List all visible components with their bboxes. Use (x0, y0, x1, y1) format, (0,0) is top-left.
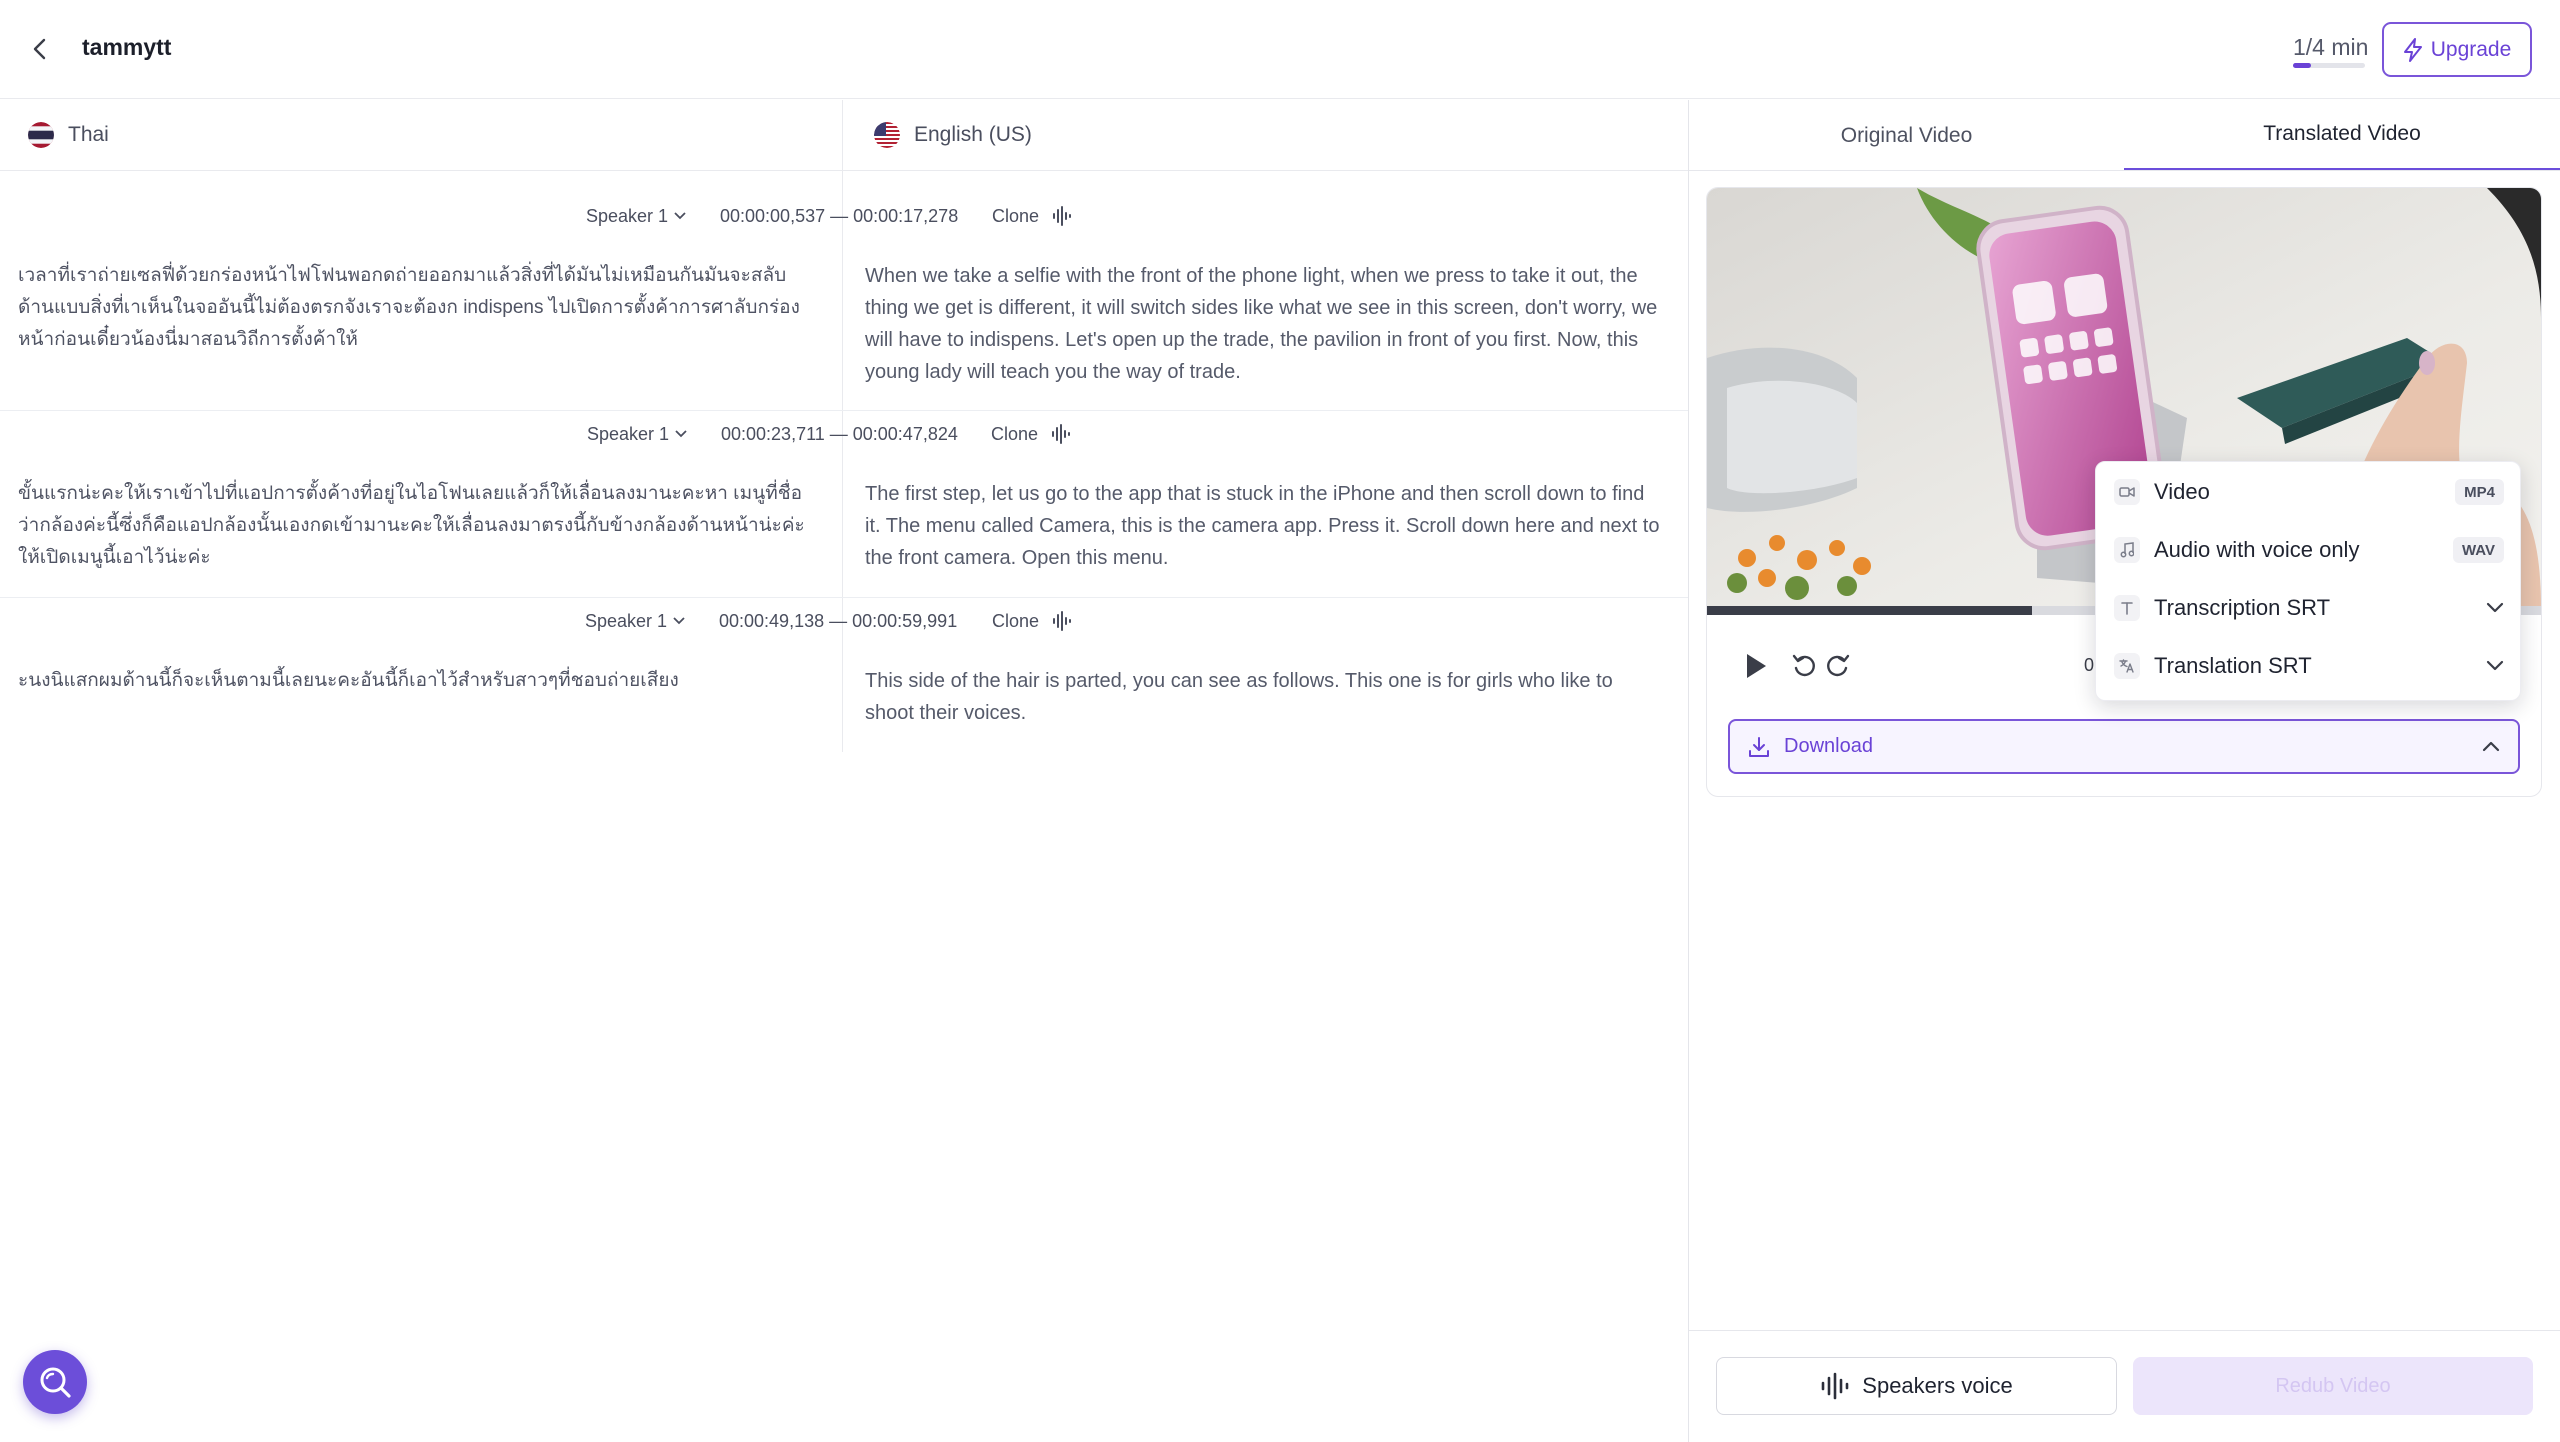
translated-text[interactable]: The first step, let us go to the app tha… (865, 478, 1665, 574)
clone-voice-button[interactable]: Clone (992, 205, 1072, 227)
option-label: Video (2154, 479, 2210, 504)
chevron-down-icon (674, 212, 686, 220)
segment-divider (0, 410, 1688, 411)
segment-timecode[interactable]: 00:00:49,138 — 00:00:59,991 (719, 611, 957, 632)
format-badge: MP4 (2455, 479, 2504, 505)
speaker-label: Speaker 1 (585, 610, 668, 631)
option-label: Transcription SRT (2154, 595, 2331, 620)
playback-time: 0 (2084, 655, 2095, 675)
translate-icon (2114, 653, 2140, 679)
download-icon (1749, 736, 1769, 757)
chevron-down-icon (673, 617, 685, 625)
download-button[interactable]: Download (1728, 719, 2520, 774)
download-option-audio[interactable]: Audio with voice only WAV (2096, 522, 2522, 578)
top-bar: tammytt 1/4 min Upgrade (0, 0, 2560, 99)
minutes-quota-fill (2293, 63, 2311, 68)
download-option-translation-srt[interactable]: Translation SRT (2096, 638, 2522, 694)
source-text[interactable]: เวลาที่เราถ่ายเซลฟี่ด้วยกร่องหน้าไฟโฟนพอ… (18, 260, 818, 356)
source-language-name: Thai (68, 123, 109, 146)
speakers-voice-label: Speakers voice (1862, 1373, 2013, 1398)
search-icon (40, 1367, 71, 1398)
speaker-label: Speaker 1 (587, 423, 670, 444)
rewind-icon (1792, 654, 1815, 677)
clone-label: Clone (991, 423, 1039, 444)
speakers-voice-button[interactable]: Speakers voice (1716, 1357, 2117, 1415)
option-label: Translation SRT (2154, 653, 2312, 678)
video-progress-fill (1707, 606, 2033, 615)
target-language-name: English (US) (914, 123, 1032, 146)
pane-divider (1688, 100, 1689, 1442)
clone-label: Clone (992, 205, 1040, 226)
waveform-icon (1052, 424, 1071, 444)
video-camera-icon (2114, 479, 2140, 505)
translated-text[interactable]: When we take a selfie with the front of … (865, 260, 1665, 388)
download-label: Download (1784, 735, 1873, 757)
download-option-transcription-srt[interactable]: Transcription SRT (2096, 580, 2522, 636)
tabs-divider (1689, 170, 2560, 171)
format-badge: WAV (2452, 537, 2504, 563)
segment-header: Speaker 1 00:00:00,537 — 00:00:17,278 Cl… (0, 200, 1688, 232)
segment-timecode[interactable]: 00:00:00,537 — 00:00:17,278 (720, 206, 958, 227)
redub-video-button[interactable]: Redub Video (2133, 1357, 2533, 1415)
download-option-video[interactable]: Video MP4 (2096, 464, 2522, 520)
lightning-icon (2403, 37, 2422, 62)
segment-header: Speaker 1 00:00:49,138 — 00:00:59,991 Cl… (0, 605, 1688, 637)
upgrade-button[interactable]: Upgrade (2382, 22, 2532, 77)
play-icon (1747, 654, 1766, 678)
language-header-row: Thai English (US) (0, 100, 1688, 171)
us-flag-icon (874, 122, 900, 148)
segment-divider (0, 597, 1688, 598)
translated-text[interactable]: This side of the hair is parted, you can… (865, 665, 1665, 729)
segment-header: Speaker 1 00:00:23,711 — 00:00:47,824 Cl… (0, 418, 1688, 450)
chevron-down-icon (2486, 602, 2504, 613)
back-button[interactable] (24, 33, 56, 65)
music-note-icon (2114, 537, 2140, 563)
speaker-label: Speaker 1 (586, 205, 669, 226)
option-label: Audio with voice only (2154, 537, 2360, 562)
chevron-up-icon (2482, 741, 2500, 752)
chevron-down-icon (2486, 660, 2504, 671)
source-text[interactable]: ะนงนิแสกผมด้านนี้ก็จะเห็นตามนี้เลยนะคะอั… (18, 665, 818, 697)
clone-voice-button[interactable]: Clone (992, 610, 1072, 632)
speaker-select[interactable]: Speaker 1 (586, 206, 686, 227)
waveform-icon (1053, 206, 1072, 226)
text-t-icon (2114, 595, 2140, 621)
clone-voice-button[interactable]: Clone (991, 423, 1071, 445)
play-button[interactable] (1740, 650, 1772, 682)
target-language: English (US) (874, 122, 1032, 148)
waveform-icon (1821, 1372, 1849, 1400)
source-text[interactable]: ขั้นแรกน่ะคะให้เราเข้าไปที่แอปการตั้งค้า… (18, 478, 818, 574)
project-title: tammytt (82, 34, 172, 60)
clone-label: Clone (992, 610, 1040, 631)
segment-timecode[interactable]: 00:00:23,711 — 00:00:47,824 (721, 424, 958, 445)
help-search-button[interactable] (23, 1350, 87, 1414)
speaker-select[interactable]: Speaker 1 (587, 424, 687, 445)
rewind-button[interactable] (1790, 651, 1820, 681)
redub-label: Redub Video (2275, 1374, 2391, 1397)
tab-translated-video[interactable]: Translated Video (2124, 100, 2560, 171)
chevron-down-icon (675, 430, 687, 438)
thailand-flag-icon (28, 122, 54, 148)
forward-icon (1827, 654, 1850, 677)
waveform-icon (1053, 611, 1072, 631)
download-options-menu: Video MP4 Audio with voice only WAV Tran… (2095, 461, 2521, 701)
tab-original-video[interactable]: Original Video (1689, 100, 2124, 171)
upgrade-label: Upgrade (2430, 37, 2512, 61)
forward-button[interactable] (1822, 651, 1852, 681)
minutes-quota-text: 1/4 min (2293, 34, 2369, 60)
minutes-quota-bar (2293, 63, 2365, 68)
source-language: Thai (28, 122, 109, 148)
speaker-select[interactable]: Speaker 1 (585, 611, 685, 632)
chevron-left-icon (33, 38, 46, 60)
